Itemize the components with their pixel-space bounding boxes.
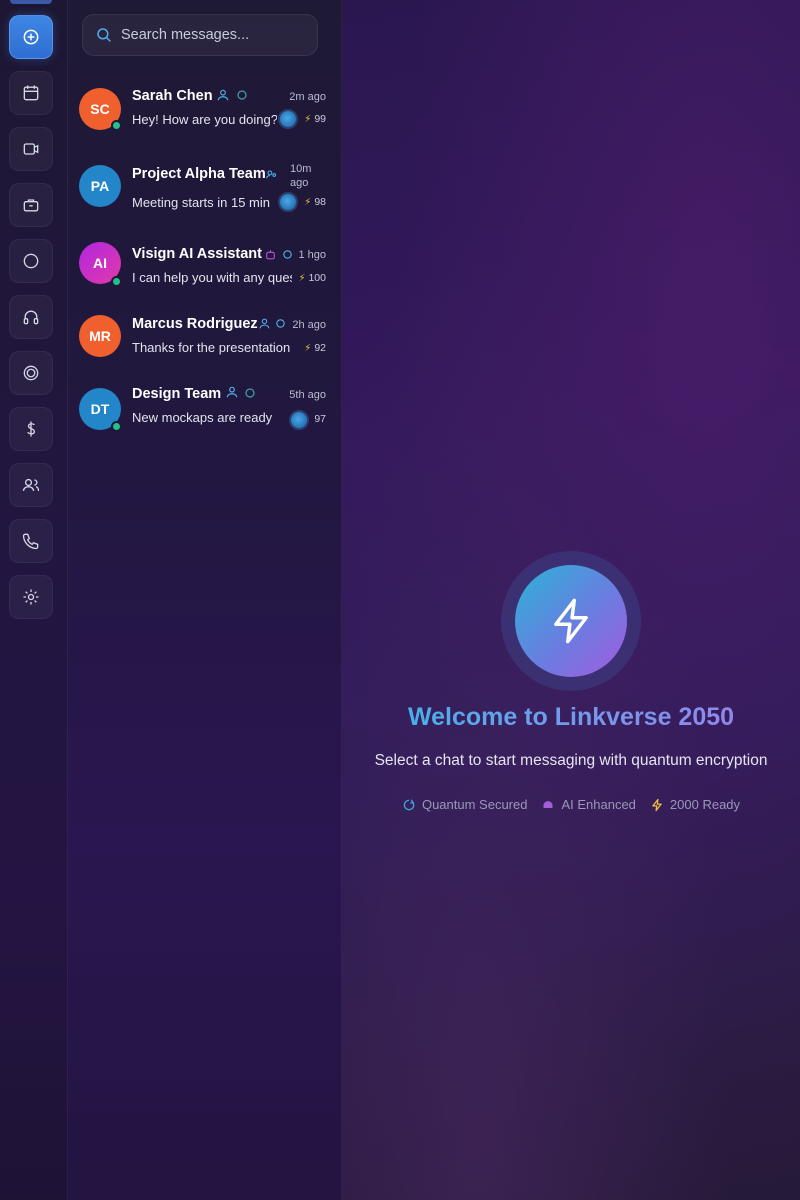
group-icon [266,170,277,179]
user-icon [226,386,238,398]
search-input[interactable] [121,27,301,43]
feature-ai-enhanced: AI Enhanced [541,797,636,812]
user-icon [217,89,229,101]
ring-icon [245,388,255,398]
chat-name: Project Alpha Team [132,166,266,182]
headphones-icon [23,310,39,325]
audio-button[interactable] [9,295,53,339]
avatar: MR [79,315,121,357]
welcome-subtitle: Select a chat to start messaging with qu… [374,752,768,769]
score-badge: ⚡ 92 [304,342,326,354]
phone-icon [22,533,39,550]
score-badge: ⚡ 98 [304,196,326,208]
chat-name: Sarah Chen [132,88,213,104]
ring-icon [283,250,292,259]
chat-time: 2m ago [289,91,326,103]
calendar-icon [23,85,39,101]
robot-icon [543,800,554,809]
chat-list-panel: SC Sarah Chen 2m ago Hey! How are you do… [68,0,342,1200]
feature-label: AI Enhanced [561,797,636,812]
settings-icon [23,589,39,605]
score-badge: 97 [314,413,326,425]
target-button[interactable] [9,351,53,395]
chat-item-project-alpha-team[interactable]: PA Project Alpha Team 10m ago Meeting st… [68,152,342,222]
avatar-initials: PA [90,178,110,194]
feature-list: Quantum Secured AI Enhanced 2000 Ready [342,797,800,812]
feature-label: 2000 Ready [669,797,741,812]
calls-button[interactable] [9,519,53,563]
feature-label: Quantum Secured [421,797,528,812]
video-icon [23,143,39,155]
chat-item-sarah-chen[interactable]: SC Sarah Chen 2m ago Hey! How are you do… [68,74,342,144]
briefcase-icon [23,199,39,212]
online-indicator [111,421,122,432]
status-orb [278,192,298,212]
lightning-icon: ⚡ [298,272,306,284]
score-badge: ⚡ 99 [304,113,326,125]
icon-rail [0,0,68,1200]
briefcase-button[interactable] [9,183,53,227]
circle-icon [23,253,39,269]
chat-item-design-team[interactable]: DT Design Team 5th ago New mockaps are r… [68,372,342,442]
lightning-icon: ⚡ [304,342,312,354]
rail-top-indicator [10,0,52,4]
avatar: PA [79,165,121,207]
shield-icon [403,798,415,810]
score-value: 100 [308,272,326,284]
chat-time: 2h ago [292,319,326,331]
ring-icon [276,319,285,328]
dollar-icon [27,421,36,437]
new-chat-icon [23,29,39,45]
wallet-button[interactable] [9,407,53,451]
chat-time: 10m ago [290,163,312,189]
chat-preview: Hey! How are you doing? [132,112,277,127]
user-icon [259,318,270,329]
chat-item-marcus-rodriguez[interactable]: MR Marcus Rodriguez 2h ago Thanks for th… [68,302,342,372]
chat-time: 5th ago [289,389,326,401]
lightning-icon: ⚡ [304,113,312,125]
chat-name: Marcus Rodriguez [132,316,258,332]
settings-button[interactable] [9,575,53,619]
lightning-icon: ⚡ [304,196,312,208]
avatar-initials: AI [93,255,107,271]
hero-logo [515,565,627,677]
chat-time: 1 hgo [298,249,326,261]
score-value: 99 [314,113,326,125]
score-value: 98 [314,196,326,208]
avatar-initials: DT [90,401,110,417]
chat-item-ai-assistant[interactable]: AI Visign AI Assistant 1 hgo I can help … [68,232,342,302]
ring-icon [237,90,247,100]
status-orb [278,109,298,129]
search-bar[interactable] [82,14,318,56]
calendar-button[interactable] [9,71,53,115]
chat-name: Design Team [132,386,222,402]
chat-name: Visign AI Assistant [132,246,262,262]
chat-preview: Meeting starts in 15 min [132,195,271,210]
score-value: 97 [314,413,326,425]
feature-quantum-secured: Quantum Secured [402,797,528,812]
score-value: 92 [314,342,326,354]
search-icon [97,28,111,42]
lightning-icon [652,798,662,811]
new-chat-button[interactable] [9,15,53,59]
status-button[interactable] [9,239,53,283]
online-indicator [111,276,122,287]
contacts-button[interactable] [9,463,53,507]
status-orb [289,410,309,430]
avatar-initials: MR [89,328,111,344]
main-area: Welcome to Linkverse 2050 Select a chat … [342,0,800,1200]
chat-preview: Thanks for the presentation [132,340,291,355]
lightning-icon [554,598,588,644]
video-button[interactable] [9,127,53,171]
robot-icon [266,250,275,260]
users-icon [22,478,40,491]
welcome-title: Welcome to Linkverse 2050 [342,703,800,732]
chat-preview: I can help you with any quest [132,270,292,285]
feature-2000-ready: 2000 Ready [650,797,740,812]
online-indicator [111,120,122,131]
chat-preview: New mockaps are ready [132,410,273,425]
avatar-initials: SC [90,101,110,117]
target-icon [23,365,39,381]
score-badge: ⚡ 100 [298,272,326,284]
